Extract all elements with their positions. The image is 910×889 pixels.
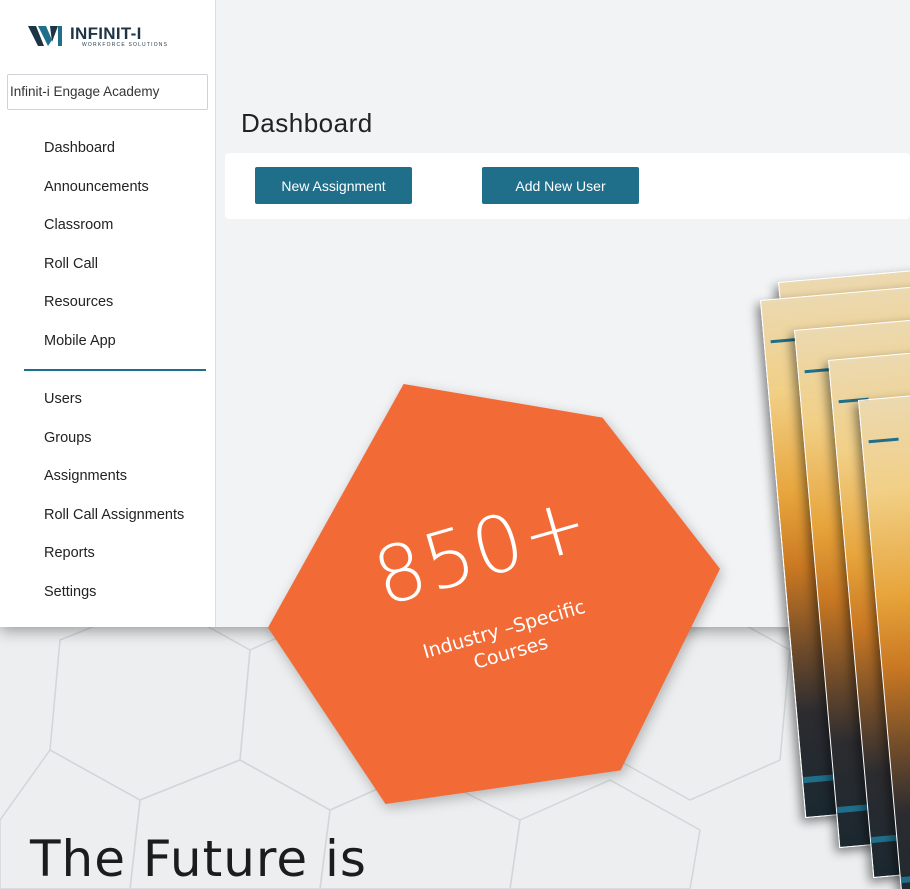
sidebar-item-classroom[interactable]: Classroom xyxy=(44,215,149,254)
sidebar-item-reports[interactable]: Reports xyxy=(44,543,184,582)
academy-select[interactable]: Infinit-i Engage Academy xyxy=(7,74,208,110)
sidebar-item-roll-call-assignments[interactable]: Roll Call Assignments xyxy=(44,505,184,544)
headline: The Future is xyxy=(30,830,367,888)
logo-name: INFINIT-I xyxy=(70,23,142,43)
sidebar-item-groups[interactable]: Groups xyxy=(44,428,184,467)
sidebar-item-users[interactable]: Users xyxy=(44,389,184,428)
page-title: Dashboard xyxy=(241,108,373,138)
sidebar-item-mobile-app[interactable]: Mobile App xyxy=(44,331,149,370)
course-books-stack xyxy=(740,260,910,889)
course-count-badge: 850+ Industry –Specific Courses xyxy=(268,384,720,804)
sidebar-item-roll-call[interactable]: Roll Call xyxy=(44,254,149,293)
sidebar-item-settings[interactable]: Settings xyxy=(44,582,184,621)
sidebar-item-assignments[interactable]: Assignments xyxy=(44,466,184,505)
new-assignment-button[interactable]: New Assignment xyxy=(255,167,412,204)
sidebar-primary-nav: Dashboard Announcements Classroom Roll C… xyxy=(44,138,149,369)
logo-mark-icon xyxy=(28,26,62,46)
sidebar-item-announcements[interactable]: Announcements xyxy=(44,177,149,216)
sidebar-item-resources[interactable]: Resources xyxy=(44,292,149,331)
sidebar-divider xyxy=(24,369,206,371)
add-new-user-button[interactable]: Add New User xyxy=(482,167,639,204)
sidebar-item-dashboard[interactable]: Dashboard xyxy=(44,138,149,177)
sidebar: INFINIT-I WORKFORCE SOLUTIONS Infinit-i … xyxy=(0,0,216,627)
logo-subtitle: WORKFORCE SOLUTIONS xyxy=(82,41,169,48)
logo[interactable]: INFINIT-I WORKFORCE SOLUTIONS xyxy=(28,24,168,48)
action-bar: New Assignment Add New User xyxy=(225,153,910,219)
sidebar-admin-nav: Users Groups Assignments Roll Call Assig… xyxy=(44,389,184,620)
